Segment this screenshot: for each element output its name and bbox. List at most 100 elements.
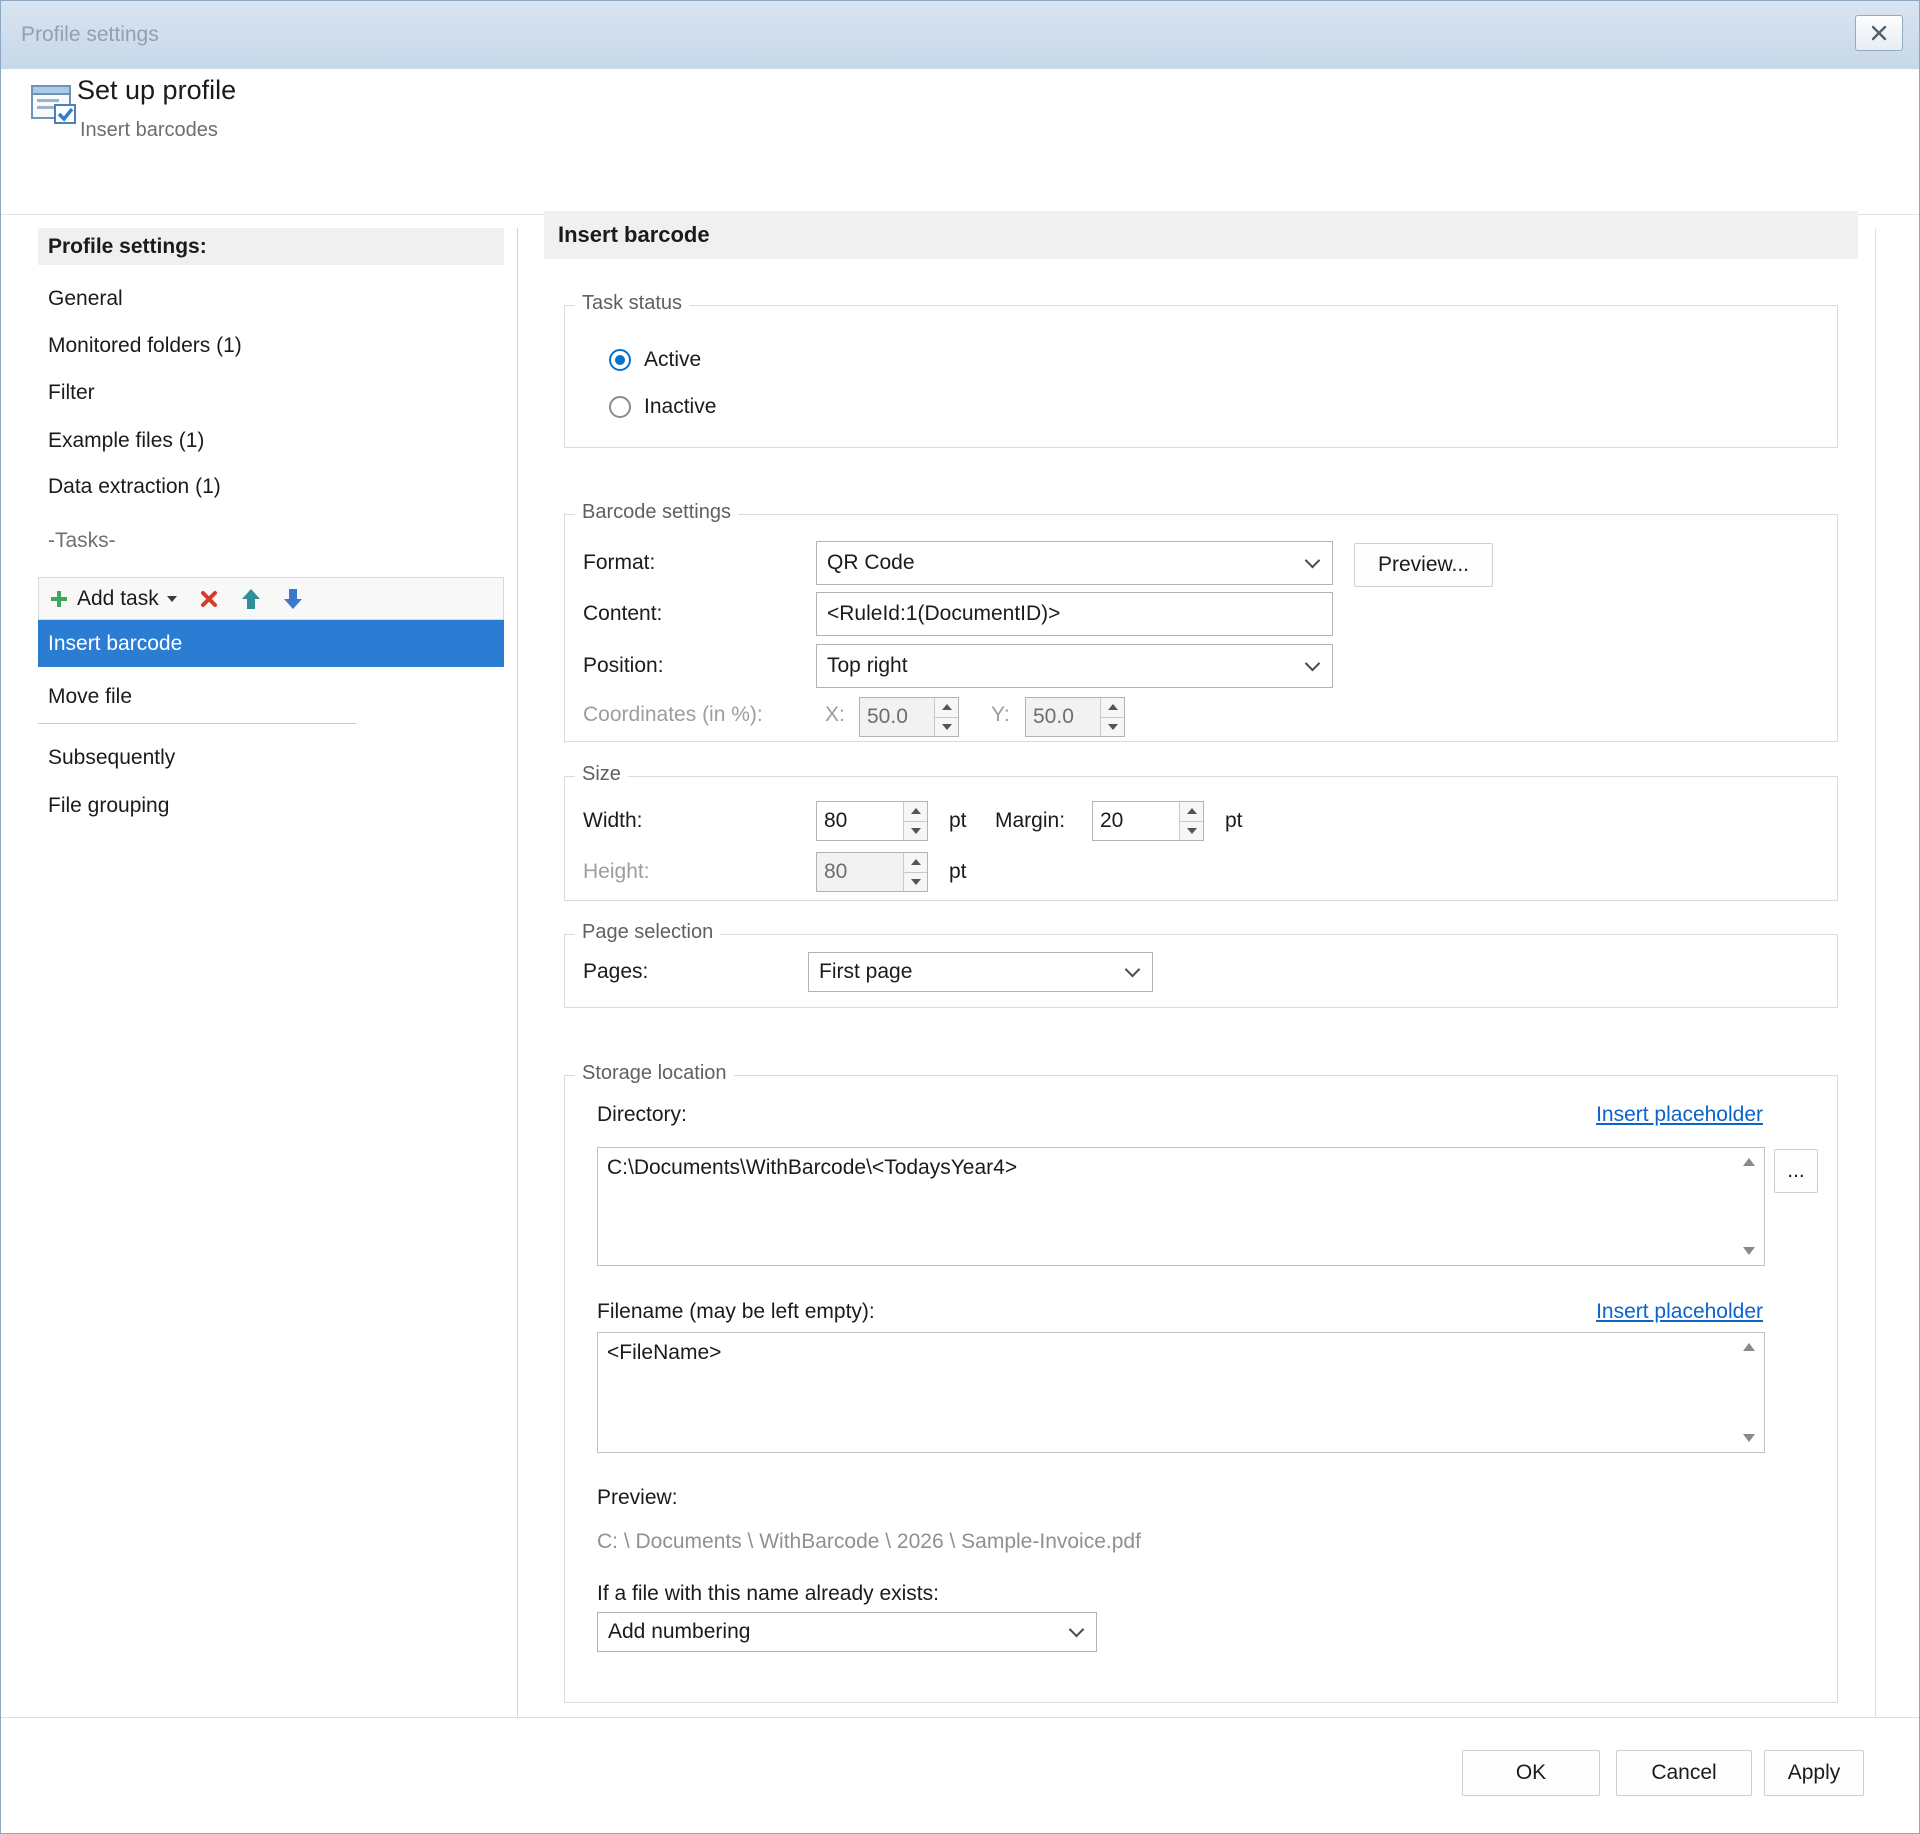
chevron-down-icon (1125, 962, 1141, 978)
directory-value: C:\Documents\WithBarcode\<TodaysYear4> (607, 1156, 1017, 1179)
margin-label: Margin: (995, 801, 1065, 841)
sidebar-item-data-extraction[interactable]: Data extraction (1) (38, 464, 504, 510)
sidebar-item-filter[interactable]: Filter (38, 370, 504, 416)
content-input[interactable]: <RuleId:1(DocumentID)> (816, 592, 1333, 636)
inactive-radio-row: Inactive (609, 389, 716, 425)
spinner-up-icon (942, 704, 952, 710)
move-task-up-button[interactable] (241, 588, 261, 610)
spinner-down-icon (911, 828, 921, 834)
height-unit: pt (949, 852, 967, 892)
close-button[interactable] (1855, 15, 1903, 51)
sidebar-item-general[interactable]: General (38, 276, 504, 322)
close-icon (1870, 25, 1888, 41)
add-task-dropdown-icon (167, 596, 177, 602)
coordinate-y-value: 50.0 (1026, 698, 1100, 736)
directory-label: Directory: (597, 1101, 687, 1129)
spinner-up-button[interactable] (904, 802, 927, 821)
position-select[interactable]: Top right (816, 644, 1333, 688)
format-value: QR Code (827, 551, 915, 575)
page-subtitle: Insert barcodes (80, 119, 218, 142)
file-exists-label: If a file with this name already exists: (597, 1580, 939, 1608)
active-radio[interactable] (609, 349, 631, 371)
task-item-move-file[interactable]: Move file (38, 674, 504, 720)
chevron-down-icon (1305, 553, 1321, 569)
spinner-up-icon (911, 859, 921, 865)
pages-select[interactable]: First page (808, 952, 1153, 992)
coordinate-x-label: X: (825, 695, 845, 735)
insert-placeholder-link-filename[interactable]: Insert placeholder (1596, 1298, 1763, 1326)
sidebar-item-label: Subsequently (48, 746, 175, 770)
spinner-down-button (935, 717, 958, 737)
task-item-insert-barcode[interactable]: Insert barcode (38, 620, 504, 667)
spinner-down-button[interactable] (904, 821, 927, 841)
browse-directory-button[interactable]: ... (1774, 1149, 1818, 1193)
spinner-up-button (904, 853, 927, 872)
coordinate-y-label: Y: (991, 695, 1010, 735)
scroll-up-icon[interactable] (1743, 1343, 1755, 1351)
sidebar-item-example-files[interactable]: Example files (1) (38, 418, 504, 464)
cancel-button-label: Cancel (1651, 1761, 1716, 1785)
margin-spinner[interactable]: 20 (1092, 801, 1204, 841)
apply-button-label: Apply (1788, 1761, 1841, 1785)
coordinate-x-value: 50.0 (860, 698, 934, 736)
add-task-button[interactable]: Add task (49, 587, 177, 611)
spinner-down-button (1101, 717, 1124, 737)
sidebar-item-subsequently[interactable]: Subsequently (38, 735, 504, 781)
page-selection-legend: Page selection (575, 921, 720, 944)
height-spinner: 80 (816, 852, 928, 892)
scroll-down-icon[interactable] (1743, 1434, 1755, 1442)
ok-button-label: OK (1516, 1761, 1546, 1785)
task-status-group: Task status Active Inactive (564, 305, 1838, 448)
spinner-up-icon (1108, 704, 1118, 710)
inactive-radio-label[interactable]: Inactive (644, 395, 716, 419)
delete-task-button[interactable] (199, 589, 219, 609)
inactive-radio[interactable] (609, 396, 631, 418)
width-value[interactable]: 80 (817, 802, 903, 840)
move-task-down-button[interactable] (283, 588, 303, 610)
insert-placeholder-link-directory[interactable]: Insert placeholder (1596, 1101, 1763, 1129)
pages-label: Pages: (583, 952, 648, 992)
preview-button-label: Preview... (1378, 553, 1469, 577)
add-icon (49, 589, 69, 609)
page-title: Set up profile (77, 75, 236, 106)
spinner-up-button[interactable] (1180, 802, 1203, 821)
profile-settings-dialog: Profile settings Set up profile Insert b… (0, 0, 1920, 1834)
width-spinner[interactable]: 80 (816, 801, 928, 841)
spinner-up-button (1101, 698, 1124, 717)
spinner-buttons (1179, 802, 1203, 840)
margin-unit: pt (1225, 801, 1243, 841)
spinner-buttons (934, 698, 958, 736)
sidebar-item-label: File grouping (48, 794, 169, 818)
ok-button[interactable]: OK (1462, 1750, 1600, 1796)
window-title: Profile settings (21, 23, 159, 47)
sidebar-item-file-grouping[interactable]: File grouping (38, 783, 504, 829)
spinner-buttons (903, 853, 927, 891)
scroll-down-icon[interactable] (1743, 1247, 1755, 1255)
storage-location-legend: Storage location (575, 1062, 734, 1085)
page-selection-group: Page selection Pages: First page (564, 934, 1838, 1008)
spinner-down-button[interactable] (1180, 821, 1203, 841)
profile-icon (31, 83, 77, 125)
barcode-settings-legend: Barcode settings (575, 501, 738, 524)
filename-value: <FileName> (607, 1341, 721, 1364)
sidebar-item-label: Example files (1) (48, 429, 204, 453)
spinner-buttons (1100, 698, 1124, 736)
scroll-up-icon[interactable] (1743, 1158, 1755, 1166)
spinner-up-icon (1187, 808, 1197, 814)
filename-input[interactable]: <FileName> (597, 1332, 1765, 1453)
panel-title: Insert barcode (544, 211, 1858, 259)
preview-button[interactable]: Preview... (1354, 543, 1493, 587)
active-radio-label[interactable]: Active (644, 348, 701, 372)
preview-label: Preview: (597, 1484, 678, 1512)
sidebar-item-label: Monitored folders (1) (48, 334, 242, 358)
cancel-button[interactable]: Cancel (1616, 1750, 1752, 1796)
sidebar-item-monitored-folders[interactable]: Monitored folders (1) (38, 323, 504, 369)
file-exists-select[interactable]: Add numbering (597, 1612, 1097, 1652)
height-value: 80 (817, 853, 903, 891)
apply-button[interactable]: Apply (1764, 1750, 1864, 1796)
content-right-edge (1875, 228, 1876, 1717)
tasks-section-text: -Tasks- (48, 529, 116, 553)
format-select[interactable]: QR Code (816, 541, 1333, 585)
directory-input[interactable]: C:\Documents\WithBarcode\<TodaysYear4> (597, 1147, 1765, 1266)
margin-value[interactable]: 20 (1093, 802, 1179, 840)
